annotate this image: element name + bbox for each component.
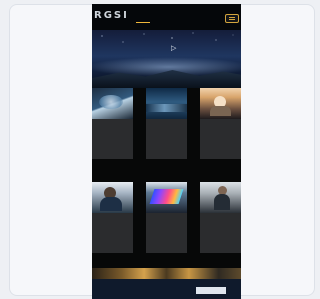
nav-item-5[interactable] <box>208 16 222 22</box>
star-field-icon <box>101 32 234 43</box>
nav-item-3[interactable] <box>172 16 186 22</box>
hamburger-menu-icon[interactable] <box>225 14 239 23</box>
feature-tile-5-image <box>146 182 187 213</box>
feature-tile-2[interactable] <box>146 88 187 159</box>
hero-banner: ▷ <box>92 30 241 88</box>
promo-strip[interactable] <box>92 268 241 279</box>
site-header: RGSI <box>92 4 241 30</box>
feature-tile-1-image <box>92 88 133 119</box>
nav-item-4[interactable] <box>190 16 204 22</box>
feature-tile-6-image <box>200 182 241 213</box>
feature-grid <box>92 88 241 278</box>
feature-tile-6[interactable] <box>200 182 241 253</box>
feature-tile-4[interactable] <box>92 182 133 253</box>
site-footer <box>92 279 241 299</box>
mobile-page-preview: RGSI ▷ <box>92 4 241 299</box>
site-logo[interactable]: RGSI <box>94 10 129 21</box>
nav-item-1[interactable] <box>136 16 150 23</box>
feature-tile-4-image <box>92 182 133 213</box>
hero-play-icon[interactable]: ▷ <box>171 44 178 52</box>
feature-tile-1[interactable] <box>92 88 133 159</box>
nav-item-2[interactable] <box>154 16 168 22</box>
feature-tile-3[interactable] <box>200 88 241 159</box>
feature-tile-3-image <box>200 88 241 119</box>
feature-tile-5[interactable] <box>146 182 187 253</box>
feature-tile-2-image <box>146 88 187 119</box>
footer-badge[interactable] <box>196 287 226 294</box>
